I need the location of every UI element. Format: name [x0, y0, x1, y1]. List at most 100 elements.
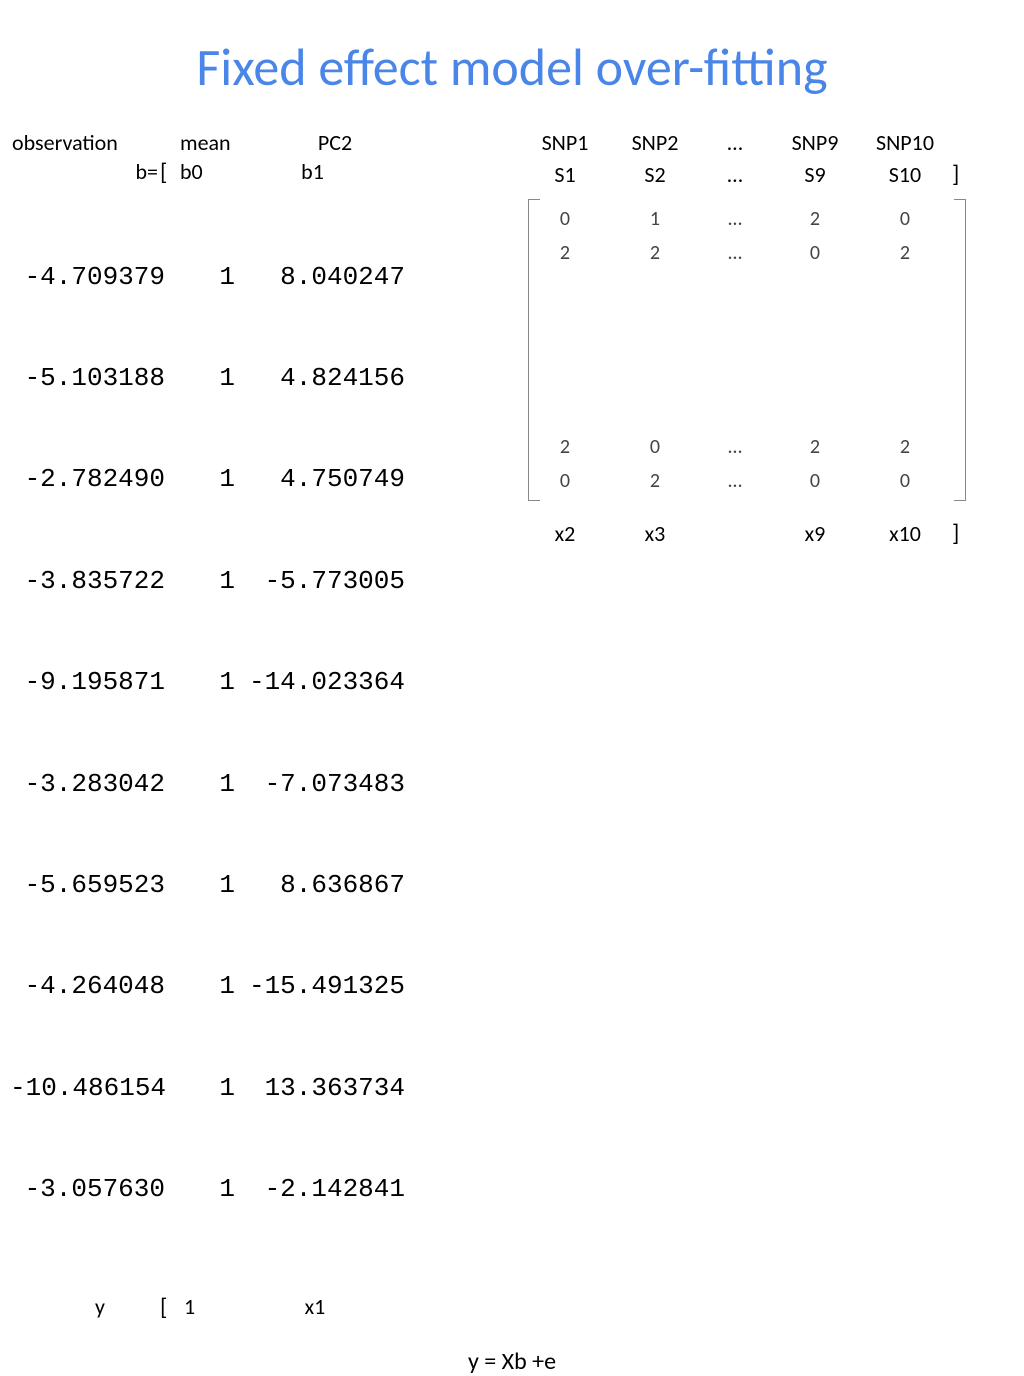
b1-label: b1 — [240, 158, 355, 187]
ellipsis: … — [700, 469, 770, 493]
obs-value: -3.835722 — [10, 565, 180, 599]
matrix-cell: 0 — [610, 435, 700, 459]
matrix-row: 2 0 … 2 2 — [520, 435, 1010, 459]
matrix-cell: 0 — [860, 469, 950, 493]
content-area: observation mean PC2 b= [ b0 b1 -4.70937… — [0, 129, 1024, 1322]
mean-value: 1 — [180, 768, 245, 802]
table-row: -5.10318814.824156 — [10, 362, 510, 396]
observation-table: -4.70937918.040247 -5.10318814.824156 -2… — [10, 193, 510, 1275]
table-row: -4.70937918.040247 — [10, 261, 510, 295]
mean-value: 1 — [180, 463, 245, 497]
table-row: -2.78249014.750749 — [10, 463, 510, 497]
header-mean: mean — [180, 129, 265, 156]
mean-value: 1 — [180, 970, 245, 1004]
left-table-headers: observation mean PC2 — [10, 129, 510, 156]
x3-label: x3 — [610, 520, 700, 547]
snp-matrix: 0 1 … 2 0 2 2 … 0 2 2 0 … — [520, 199, 1010, 501]
matrix-bracket-right — [954, 199, 966, 501]
table-row: -5.65952318.636867 — [10, 869, 510, 903]
b-coefficient-row: b= [ b0 b1 — [10, 158, 510, 187]
bracket-close: ] — [950, 519, 959, 548]
ellipsis: … — [700, 207, 770, 231]
matrix-bracket-left — [528, 199, 540, 501]
pc2-value: -15.491325 — [245, 970, 415, 1004]
pc2-value: 8.040247 — [245, 261, 415, 295]
snp10-header: SNP10 — [860, 129, 950, 156]
matrix-row: 2 2 … 0 2 — [520, 241, 1010, 265]
right-panel: SNP1 SNP2 … SNP9 SNP10 S1 S2 … S9 S10 ] … — [510, 129, 1010, 1322]
matrix-cell: 2 — [860, 435, 950, 459]
obs-value: -4.264048 — [10, 970, 180, 1004]
snp2-header: SNP2 — [610, 129, 700, 156]
obs-value: -4.709379 — [10, 261, 180, 295]
snp9-header: SNP9 — [770, 129, 860, 156]
matrix-cell: 2 — [610, 241, 700, 265]
pc2-value: -2.142841 — [245, 1173, 415, 1207]
matrix-cell: 0 — [770, 241, 860, 265]
mean-value: 1 — [180, 1072, 245, 1106]
ones-column-label: 1 — [180, 1293, 225, 1322]
page-title: Fixed effect model over-fitting — [0, 0, 1024, 129]
column-id-row-right: x2 x3 x9 x10 ] — [520, 519, 1010, 548]
snp1-header: SNP1 — [520, 129, 610, 156]
matrix-cell: 2 — [610, 469, 700, 493]
pc2-value: 13.363734 — [245, 1072, 415, 1106]
obs-value: -9.195871 — [10, 666, 180, 700]
b-equals-label: b= — [10, 158, 160, 187]
model-equation: y = Xb +e — [0, 1347, 1024, 1376]
matrix-cell: 1 — [610, 207, 700, 231]
pc2-value: -14.023364 — [245, 666, 415, 700]
matrix-cell: 2 — [770, 207, 860, 231]
pc2-value: -5.773005 — [245, 565, 415, 599]
mean-value: 1 — [180, 261, 245, 295]
s1-label: S1 — [520, 161, 610, 188]
s9-label: S9 — [770, 161, 860, 188]
matrix-cell: 0 — [770, 469, 860, 493]
obs-value: -3.283042 — [10, 768, 180, 802]
ellipsis: … — [700, 435, 770, 459]
column-id-row-left: y [ 1 x1 — [10, 1293, 510, 1322]
table-row: -3.8357221-5.773005 — [10, 565, 510, 599]
matrix-row: 0 1 … 2 0 — [520, 207, 1010, 231]
s2-label: S2 — [610, 161, 700, 188]
table-row: -9.1958711-14.023364 — [10, 666, 510, 700]
matrix-gap — [520, 265, 1010, 435]
bracket-open: [ — [160, 1293, 180, 1322]
y-column-label: y — [10, 1293, 160, 1322]
x1-column-label: x1 — [225, 1293, 375, 1322]
mean-value: 1 — [180, 565, 245, 599]
table-row: -3.2830421-7.073483 — [10, 768, 510, 802]
x9-label: x9 — [770, 520, 860, 547]
matrix-cell: 2 — [860, 241, 950, 265]
b0-label: b0 — [180, 158, 240, 187]
bracket-open: [ — [160, 158, 180, 187]
obs-value: -3.057630 — [10, 1173, 180, 1207]
header-observation: observation — [10, 129, 180, 156]
pc2-value: 4.824156 — [245, 362, 415, 396]
obs-value: -2.782490 — [10, 463, 180, 497]
mean-value: 1 — [180, 362, 245, 396]
matrix-cell: 0 — [860, 207, 950, 231]
table-row: -4.2640481-15.491325 — [10, 970, 510, 1004]
obs-value: -5.103188 — [10, 362, 180, 396]
ellipsis: … — [700, 129, 770, 156]
table-row: -3.0576301-2.142841 — [10, 1173, 510, 1207]
bracket-close: ] — [950, 160, 959, 189]
matrix-row: 0 2 … 0 0 — [520, 469, 1010, 493]
x10-label: x10 — [860, 520, 950, 547]
matrix-cell: 2 — [770, 435, 860, 459]
pc2-value: 4.750749 — [245, 463, 415, 497]
ellipsis: … — [700, 161, 770, 188]
x2-label: x2 — [520, 520, 610, 547]
s10-label: S10 — [860, 161, 950, 188]
left-panel: observation mean PC2 b= [ b0 b1 -4.70937… — [10, 129, 510, 1322]
mean-value: 1 — [180, 869, 245, 903]
obs-value: -5.659523 — [10, 869, 180, 903]
mean-value: 1 — [180, 1173, 245, 1207]
mean-value: 1 — [180, 666, 245, 700]
snp-header-row: SNP1 SNP2 … SNP9 SNP10 — [520, 129, 1010, 156]
pc2-value: -7.073483 — [245, 768, 415, 802]
pc2-value: 8.636867 — [245, 869, 415, 903]
table-row: -10.486154113.363734 — [10, 1072, 510, 1106]
s-coefficient-row: S1 S2 … S9 S10 ] — [520, 160, 1010, 189]
